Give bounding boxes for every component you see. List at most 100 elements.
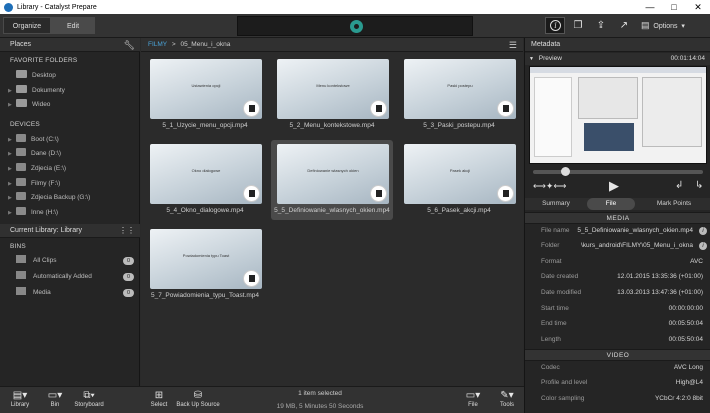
close-button[interactable]: ✕ [686,0,710,14]
badge-icon [370,185,387,202]
drive-inne[interactable]: ▶ Inne (H:\) [8,207,136,219]
tab-mark-points[interactable]: Mark Points [637,198,710,210]
clip-tile-selected[interactable]: Definiowanie wlasnych okien 5_5_Definiow… [271,140,393,220]
bin-button[interactable]: ▭▾ Bin [40,389,70,413]
app-icon [4,2,13,12]
tab-organize[interactable]: Organize [3,17,51,34]
drive-filmy[interactable]: ▶ Filmy (F:\) [8,178,136,190]
clip-name: 5_6_Pasek_akcji.mp4 [427,207,491,214]
bin-media[interactable]: Media 0 [16,287,134,299]
drive-zdjecia-backup[interactable]: ▶ Zdjecia Backup (G:\) [8,192,136,204]
clip-name: 5_3_Paski_postepu.mp4 [423,122,495,129]
clip-tile[interactable]: Okno dialogowe 5_4_Okno_dialogowe.mp4 [144,140,266,220]
storyboard-button[interactable]: ⧉▾ Storyboard [72,389,106,413]
storyboard-icon: ⧉▾ [83,390,95,401]
auto-bin-icon [16,271,26,279]
clip-tile[interactable]: Powiadomienia typu Toast 5_7_Powiadomien… [144,225,266,305]
breadcrumb-root[interactable]: FILMY [148,41,167,48]
video-section-title: VIDEO [525,349,710,361]
info-button[interactable]: i [545,17,565,34]
preview-screen-emulator [584,123,634,151]
bin-all-clips[interactable]: All Clips 0 [16,255,134,267]
upload-icon[interactable]: ⇪ [593,18,609,33]
drive-dane[interactable]: ▶ Dane (D:\) [8,148,136,160]
preview-timecode: 00:01:14:04 [670,55,705,62]
expand-arrow-icon[interactable]: ▶ [8,99,16,111]
tools-button[interactable]: ✎▾ Tools [494,389,520,413]
meta-row-codec: Codec AVC Long [541,364,703,371]
tab-summary[interactable]: Summary [525,198,587,210]
meta-row-format: Format AVC [541,258,703,265]
meta-row-date-modified: Date modified 13.03.2013 13:47:36 (+01:00… [541,289,703,296]
folder-wideo[interactable]: ▶ Wideo [8,99,136,111]
copy-icon[interactable]: ❐ [570,18,586,33]
scrubber-handle[interactable] [561,167,570,176]
clip-thumbnail: Okno dialogowe [150,144,262,204]
options-button[interactable]: ▤ Options ▾ [641,18,703,33]
share-icon[interactable]: ↗ [616,18,632,33]
backup-source-button[interactable]: ⛁ Back Up Source [176,389,220,413]
expand-arrow-icon[interactable]: ▶ [8,192,16,204]
select-button[interactable]: ⊞ Select [146,389,172,413]
breadcrumb: FILMY > 05_Menu_i_okna ☰ [141,38,523,52]
file-icon: ▭▾ [465,390,481,401]
list-view-icon[interactable]: ☰ [509,38,517,52]
clip-tile[interactable]: Menu kontekstowe 5_2_Menu_kontekstowe.mp… [271,55,393,135]
clip-thumbnail: Powiadomienia typu Toast [150,229,262,289]
drive-boot[interactable]: ▶ Boot (C:\) [8,134,136,146]
expand-arrow-icon[interactable]: ▶ [8,148,16,160]
file-button[interactable]: ▭▾ File [462,389,484,413]
clip-tile[interactable]: Pasek akcji 5_6_Pasek_akcji.mp4 [398,140,520,220]
library-header: Current Library: Library ⋮⋮ [0,224,140,238]
tab-edit[interactable]: Edit [51,17,95,34]
video-preview[interactable] [529,66,707,164]
folder-desktop[interactable]: Desktop [8,70,136,82]
metadata-panel: Metadata ▼ Preview 00:01:14:04 ⟷✦⟷ ▶ ↲ ↳… [524,38,710,413]
clip-name: 5_2_Menu_kontekstowe.mp4 [289,122,375,129]
clip-tile[interactable]: Ustawienia opcji 5_1_Uzycie_menu_opcji.m… [144,55,266,135]
expand-arrow-icon[interactable]: ▶ [8,163,16,175]
options-icon: ▤ [641,20,650,30]
preview-scrubber[interactable] [533,167,703,176]
maximize-button[interactable]: □ [662,0,686,14]
metadata-header: Metadata [525,38,710,52]
badge-icon [243,100,260,117]
media-section-title: MEDIA [525,212,710,224]
backup-icon: ⛁ [193,390,203,401]
activity-display [237,16,473,36]
places-header: Places 🔧︎ [0,38,140,52]
meta-row-end-time: End time 00:05:50:04 [541,320,703,327]
mark-in-icon[interactable]: ↲ [675,180,683,191]
drive-zdjecia[interactable]: ▶ Zdjecia (E:\) [8,163,136,175]
folder-dokumenty[interactable]: ▶ Dokumenty [8,85,136,97]
jog-icon[interactable]: ⟷✦⟷ [533,181,566,192]
expand-arrow-icon[interactable]: ▶ [8,207,16,219]
badge-icon [243,185,260,202]
wrench-icon[interactable]: 🔧︎ [124,38,135,52]
bin-automatically-added[interactable]: Automatically Added 0 [16,271,134,283]
tab-file[interactable]: File [587,198,635,210]
badge-icon [370,100,387,117]
preview-screen-panel [642,77,702,147]
expand-arrow-icon[interactable]: ▶ [8,134,16,146]
drive-icon [16,134,26,142]
play-icon[interactable]: ▶ [609,178,619,194]
expand-arrow-icon[interactable]: ▶ [8,178,16,190]
folder-icon [16,99,27,107]
library-button[interactable]: ▤▾ Library [4,389,36,413]
info-icon[interactable]: i [699,242,707,250]
info-icon: i [550,20,561,31]
preview-screen-sidebar [534,77,572,157]
preview-header[interactable]: ▼ Preview 00:01:14:04 [525,53,710,65]
meta-row-color-sampling: Color sampling YCbCr 4:2:0 8bit [541,395,703,402]
info-icon[interactable]: i [699,227,707,235]
grid-menu-icon[interactable]: ⋮⋮ [119,224,135,238]
minimize-button[interactable]: — [638,0,662,14]
mark-out-icon[interactable]: ↳ [695,180,703,191]
clip-thumbnail: Pasek akcji [404,144,516,204]
expand-arrow-icon[interactable]: ▶ [8,85,16,97]
collapse-arrow-icon: ▼ [529,56,534,62]
window-titlebar: Library - Catalyst Prepare — □ ✕ [0,0,710,14]
library-icon: ▤▾ [12,390,28,401]
clip-tile[interactable]: Paski postepu 5_3_Paski_postepu.mp4 [398,55,520,135]
